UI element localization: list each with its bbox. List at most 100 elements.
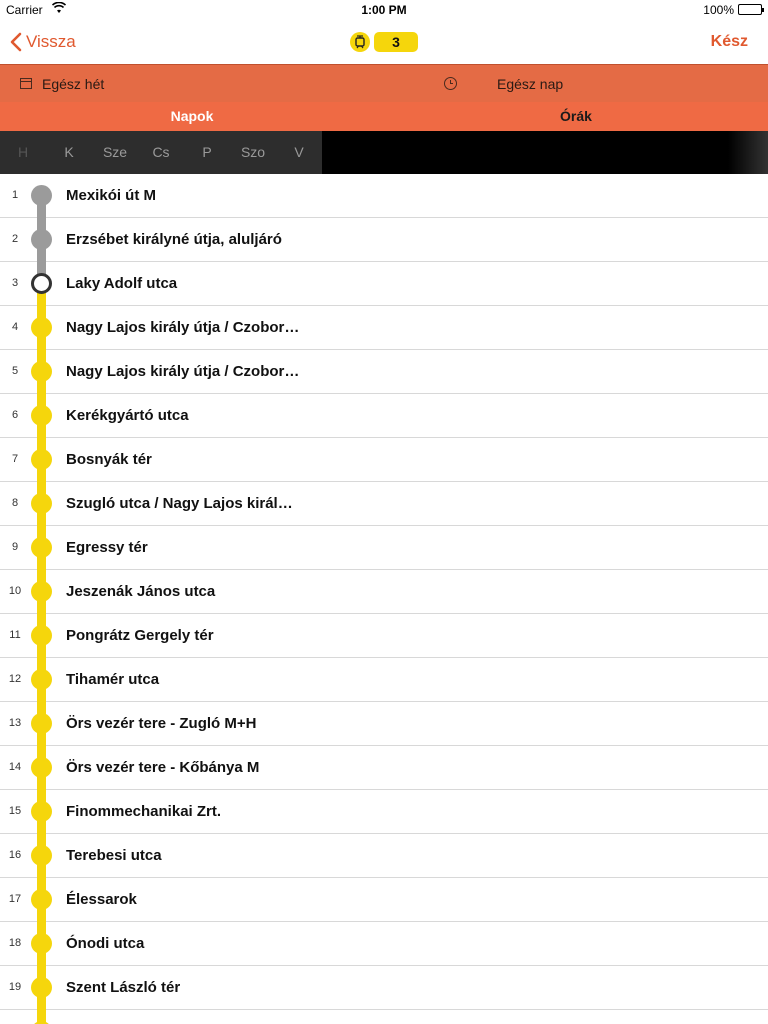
stop-dot-icon (31, 669, 52, 690)
clock-icon (444, 77, 457, 90)
stop-name: Örs vezér tere - Zugló M+H (66, 715, 257, 732)
calendar-icon (20, 78, 32, 89)
chevron-left-icon (10, 32, 22, 52)
segment-tabs: Napok Órák (0, 102, 768, 131)
stop-row[interactable]: 10 Jeszenák János utca (0, 570, 768, 615)
stop-dot-icon (31, 625, 52, 646)
stop-number: 10 (8, 585, 22, 597)
stop-dot-icon (31, 801, 52, 822)
stop-number: 11 (9, 629, 21, 641)
stop-dot-icon (31, 229, 52, 250)
day-friday[interactable]: P (184, 131, 230, 174)
stop-row[interactable]: 13 Örs vezér tere - Zugló M+H (0, 702, 768, 747)
stop-name: Laky Adolf utca (66, 275, 178, 292)
stop-dot-icon (31, 713, 52, 734)
stop-number: 16 (8, 849, 22, 861)
stop-dot-icon (31, 977, 52, 998)
stop-row[interactable]: 2 Erzsébet királyné útja, aluljáró (0, 218, 768, 263)
stop-name: Örs vezér tere - Kőbánya M (66, 759, 260, 776)
stop-name: Terebesi utca (66, 847, 162, 864)
stop-number: 5 (11, 365, 19, 377)
stop-name: Pongrátz Gergely tér (66, 627, 214, 644)
stop-row[interactable]: 4 Nagy Lajos király útja / Czobor… (0, 306, 768, 351)
battery-percent: 100% (703, 3, 734, 17)
stop-row[interactable] (0, 1010, 768, 1024)
stop-number: 12 (8, 673, 22, 685)
stop-row[interactable]: 5 Nagy Lajos király útja / Czobor… (0, 350, 768, 395)
stop-name: Nagy Lajos király útja / Czobor… (66, 319, 300, 336)
stop-row[interactable]: 9 Egressy tér (0, 526, 768, 571)
stop-number: 7 (11, 453, 19, 465)
status-bar: Carrier 1:00 PM 100% (0, 0, 768, 20)
stop-name: Szugló utca / Nagy Lajos királ… (66, 495, 293, 512)
day-picker: H K Sze Cs P Szo V (0, 131, 768, 174)
day-saturday[interactable]: Szo (230, 131, 276, 174)
stop-dot-icon (31, 537, 52, 558)
day-filter-label: Egész nap (497, 75, 564, 92)
stop-name: Szent László tér (66, 979, 181, 996)
stop-number: 6 (11, 409, 19, 421)
navigation-bar: Vissza 3 Kész (0, 20, 768, 64)
stop-number: 3 (11, 277, 19, 289)
stop-dot-icon (31, 317, 52, 338)
clock-time: 1:00 PM (361, 3, 407, 17)
stop-name: Erzsébet királyné útja, aluljáró (66, 231, 282, 248)
stop-name: Kerékgyártó utca (66, 407, 189, 424)
day-thursday[interactable]: Cs (138, 131, 184, 174)
day-filter-button[interactable]: Egész nap (444, 65, 563, 102)
stop-row[interactable]: 19 Szent László tér (0, 966, 768, 1011)
stop-name: Mexikói út M (66, 187, 157, 204)
stop-name: Finommechanikai Zrt. (66, 803, 222, 820)
stop-name: Egressy tér (66, 539, 148, 556)
stop-name: Nagy Lajos király útja / Czobor… (66, 363, 300, 380)
stop-name: Ónodi utca (66, 935, 145, 952)
back-button-label: Vissza (26, 32, 76, 51)
route-badge: 3 (350, 32, 418, 52)
stop-number: 4 (11, 321, 19, 333)
stop-number: 2 (11, 233, 19, 245)
stop-row[interactable]: 8 Szugló utca / Nagy Lajos királ… (0, 482, 768, 527)
stop-row[interactable]: 17 Élessarok (0, 878, 768, 923)
stop-row[interactable]: 11 Pongrátz Gergely tér (0, 614, 768, 659)
tab-hours[interactable]: Órák (384, 102, 768, 131)
week-filter-label: Egész hét (42, 75, 105, 92)
stop-dot-icon (31, 581, 52, 602)
stop-dot-icon (31, 493, 52, 514)
stop-dot-icon (31, 449, 52, 470)
stop-number: 19 (8, 981, 22, 993)
stop-dot-icon (31, 185, 52, 206)
stop-number: 9 (11, 541, 19, 553)
day-wednesday[interactable]: Sze (92, 131, 138, 174)
stop-list[interactable]: 1 Mexikói út M 2 Erzsébet királyné útja, al… (0, 174, 768, 1024)
stop-dot-icon (31, 757, 52, 778)
day-monday[interactable]: H (0, 131, 46, 174)
stop-name: Tihamér utca (66, 671, 160, 688)
stop-name: Jeszenák János utca (66, 583, 216, 600)
stop-row[interactable]: 7 Bosnyák tér (0, 438, 768, 483)
stop-row[interactable]: 16 Terebesi utca (0, 834, 768, 879)
stop-row[interactable]: 6 Kerékgyártó utca (0, 394, 768, 439)
scroll-fade (728, 131, 768, 174)
stop-row[interactable]: 15 Finommechanikai Zrt. (0, 790, 768, 835)
stop-row[interactable]: 1 Mexikói út M (0, 174, 768, 219)
stop-dot-icon (31, 273, 52, 294)
stop-dot-icon (31, 933, 52, 954)
stop-row[interactable]: 14 Örs vezér tere - Kőbánya M (0, 746, 768, 791)
stop-row[interactable]: 18 Ónodi utca (0, 922, 768, 967)
week-filter-button[interactable]: Egész hét (20, 65, 104, 102)
stop-row[interactable]: 12 Tihamér utca (0, 658, 768, 703)
stop-number: 15 (8, 805, 22, 817)
stop-number: 17 (8, 893, 22, 905)
route-number: 3 (374, 32, 418, 52)
stop-dot-icon (31, 361, 52, 382)
stop-dot-icon (31, 889, 52, 910)
done-button[interactable]: Kész (711, 20, 748, 64)
stop-dot-icon (31, 405, 52, 426)
day-tuesday[interactable]: K (46, 131, 92, 174)
stop-row[interactable]: 3 Laky Adolf utca (0, 262, 768, 307)
day-sunday[interactable]: V (276, 131, 322, 174)
back-button[interactable]: Vissza (10, 20, 76, 64)
stop-name: Élessarok (66, 891, 137, 908)
tab-days[interactable]: Napok (0, 102, 384, 131)
battery-icon (738, 4, 764, 15)
